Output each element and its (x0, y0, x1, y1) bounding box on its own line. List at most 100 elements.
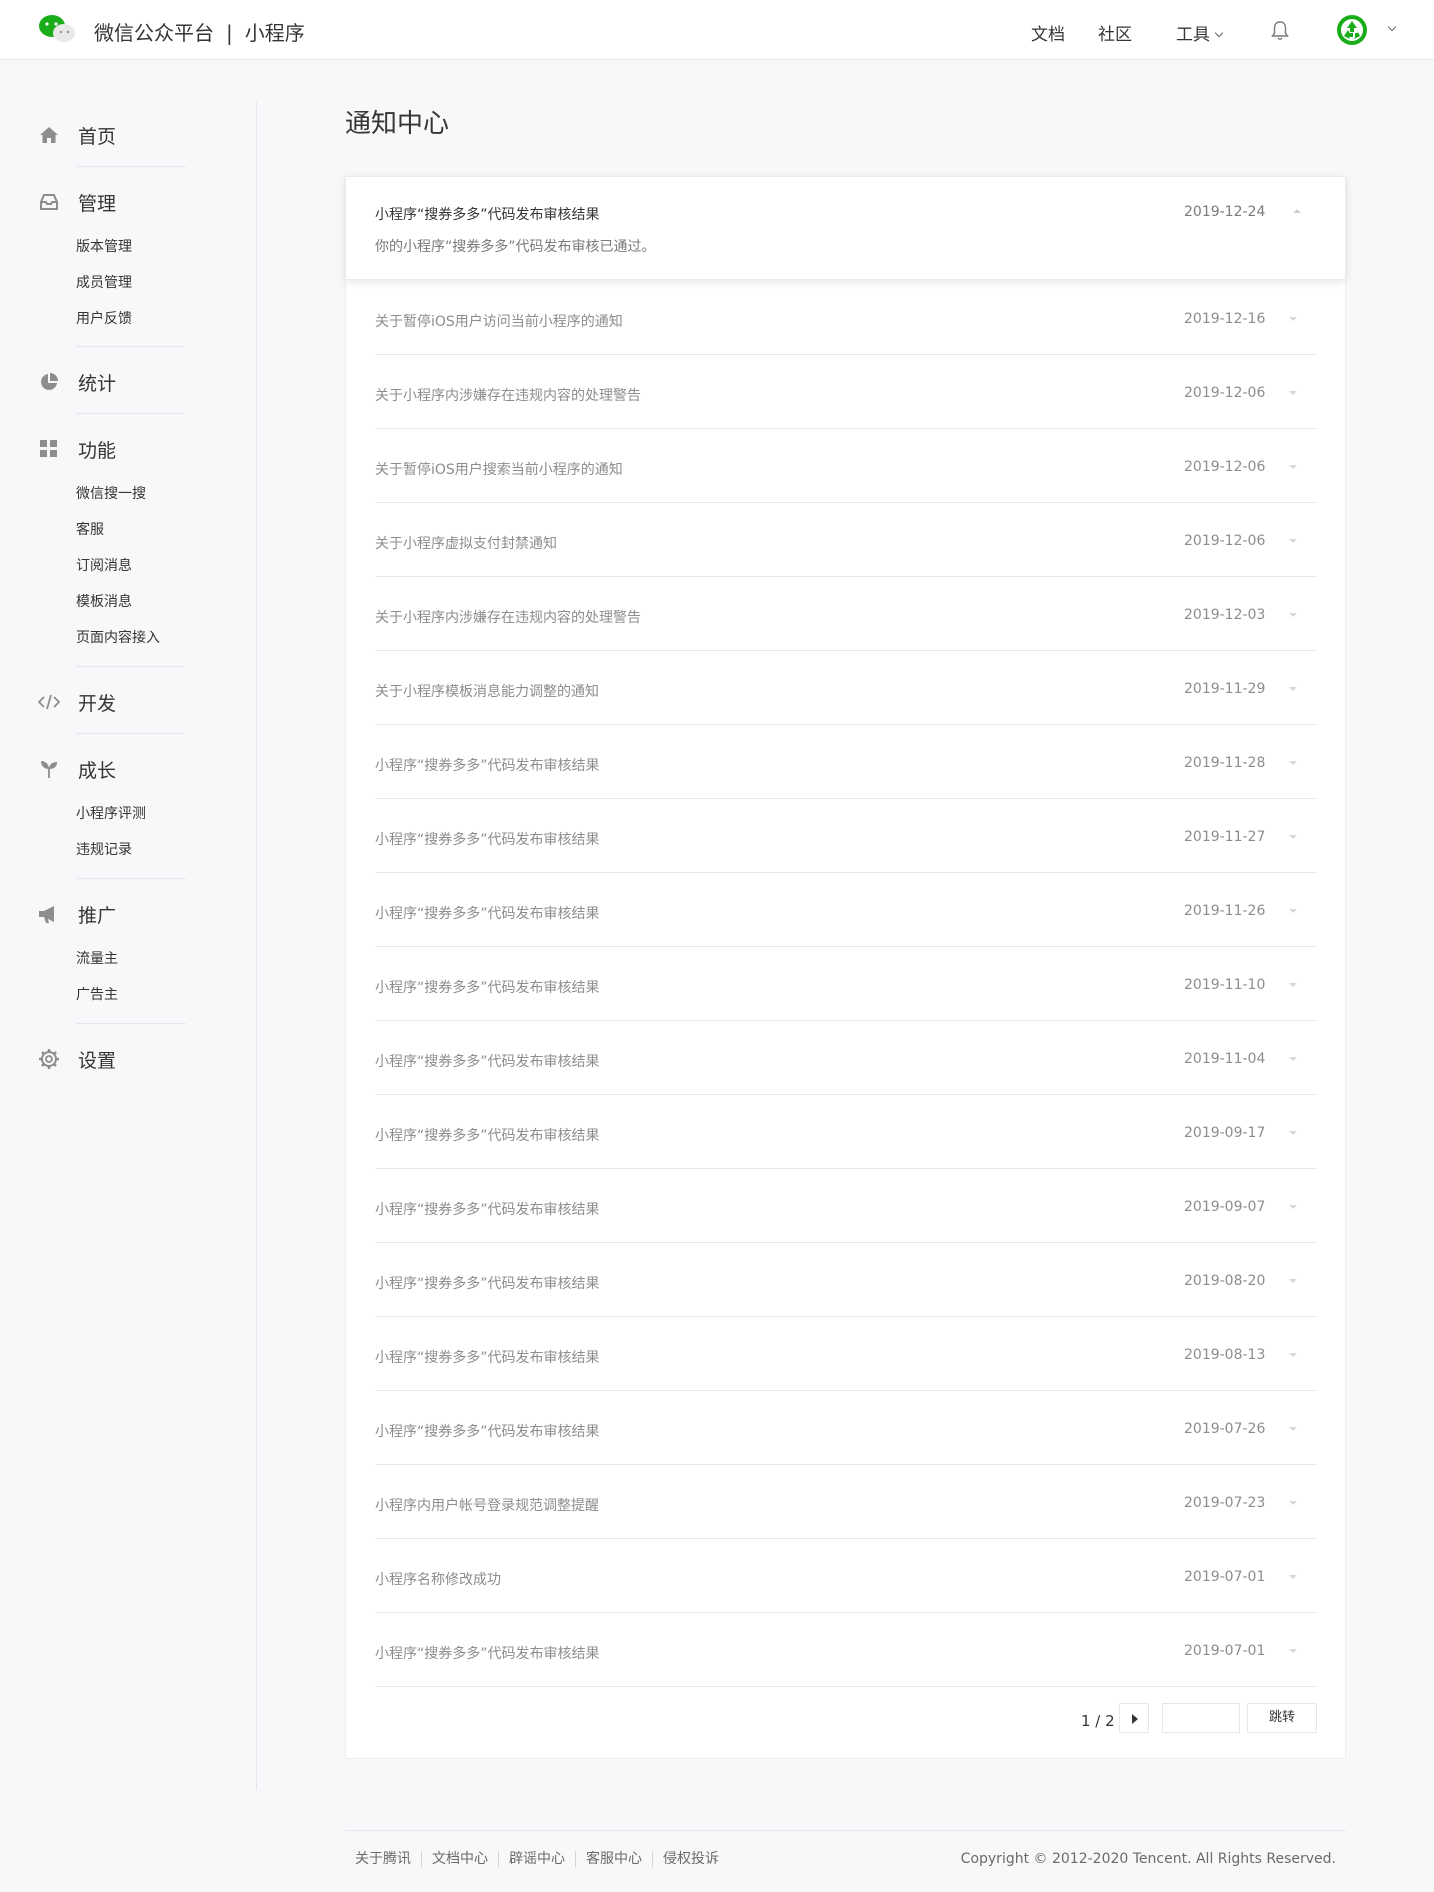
notification-row[interactable]: 关于小程序模板消息能力调整的通知 2019-11-29 (375, 651, 1317, 725)
caret-down-icon[interactable] (1289, 687, 1297, 691)
brand-platform: 微信公众平台 (94, 21, 214, 45)
sidebar-item-version-management[interactable]: 版本管理 (76, 229, 188, 265)
sidebar-item-develop[interactable]: 开发 (38, 687, 188, 717)
notification-date: 2019-11-10 (1184, 977, 1266, 993)
pagination-go-button[interactable]: 跳转 (1247, 1703, 1317, 1733)
footer-link-infringement[interactable]: 侵权投诉 (652, 1851, 729, 1867)
brand-separator: | (226, 21, 233, 45)
caret-down-icon[interactable] (1289, 1131, 1297, 1135)
chevron-down-icon[interactable] (1387, 22, 1397, 32)
sidebar-item-promotion[interactable]: 推广 (38, 899, 188, 929)
notification-title: 小程序“搜券多多”代码发布审核结果 (375, 1054, 600, 1070)
notification-row[interactable]: 关于暂停iOS用户访问当前小程序的通知 2019-12-16 (375, 281, 1317, 355)
sidebar-label: 功能 (78, 439, 117, 462)
sidebar-item-advertiser[interactable]: 广告主 (76, 977, 188, 1013)
caret-down-icon[interactable] (1289, 613, 1297, 617)
sidebar-item-features[interactable]: 功能 (38, 434, 188, 464)
caret-down-icon[interactable] (1289, 539, 1297, 543)
notification-title: 关于暂停iOS用户搜索当前小程序的通知 (375, 462, 623, 478)
caret-down-icon[interactable] (1289, 1575, 1297, 1579)
footer-link-rumor[interactable]: 辟谣中心 (498, 1851, 575, 1867)
notification-row[interactable]: 小程序“搜券多多”代码发布审核结果 2019-08-13 (375, 1317, 1317, 1391)
sidebar-item-growth[interactable]: 成长 (38, 754, 188, 784)
notification-row[interactable]: 小程序“搜券多多”代码发布审核结果 2019-11-26 (375, 873, 1317, 947)
sidebar-group-promotion: 推广 流量主 广告主 (38, 899, 188, 1013)
recycle-avatar-icon[interactable] (1336, 14, 1368, 46)
sidebar-group-settings: 设置 (38, 1044, 188, 1074)
caret-down-icon[interactable] (1289, 1353, 1297, 1357)
sidebar-item-traffic-owner[interactable]: 流量主 (76, 941, 188, 977)
nav-community-link[interactable]: 社区 (1098, 20, 1132, 45)
sidebar-item-user-feedback[interactable]: 用户反馈 (76, 301, 188, 337)
caret-down-icon[interactable] (1289, 761, 1297, 765)
notification-date: 2019-11-29 (1184, 681, 1266, 697)
nav-docs-link[interactable]: 文档 (1031, 20, 1065, 45)
notification-row[interactable]: 小程序“搜券多多”代码发布审核结果 2019-11-27 (375, 799, 1317, 873)
sidebar-group-home[interactable]: 首页 (38, 120, 188, 150)
bell-icon[interactable] (1270, 20, 1290, 42)
sidebar-item-member-management[interactable]: 成员管理 (76, 265, 188, 301)
sidebar-item-subscribe-message[interactable]: 订阅消息 (76, 548, 188, 584)
notification-date: 2019-09-17 (1184, 1125, 1266, 1141)
notification-row[interactable]: 小程序“搜券多多”代码发布审核结果 2019-07-01 (375, 1613, 1317, 1687)
notification-row[interactable]: 小程序“搜券多多”代码发布审核结果 2019-09-07 (375, 1169, 1317, 1243)
caret-down-icon[interactable] (1289, 1649, 1297, 1653)
caret-down-icon[interactable] (1289, 317, 1297, 321)
sidebar-item-template-message[interactable]: 模板消息 (76, 584, 188, 620)
caret-down-icon[interactable] (1289, 1501, 1297, 1505)
notification-row[interactable]: 小程序“搜券多多”代码发布审核结果 2019-11-04 (375, 1021, 1317, 1095)
brand-title[interactable]: 微信公众平台 | 小程序 (94, 17, 305, 46)
sidebar-divider-line (76, 733, 186, 734)
pagination-page-input[interactable] (1162, 1703, 1240, 1733)
notification-row[interactable]: 小程序“搜券多多”代码发布审核结果 2019-07-26 (375, 1391, 1317, 1465)
sidebar-item-page-content-access[interactable]: 页面内容接入 (76, 620, 188, 656)
notification-row[interactable]: 关于小程序内涉嫌存在违规内容的处理警告 2019-12-06 (375, 355, 1317, 429)
sidebar-item-home[interactable]: 首页 (38, 120, 188, 150)
sidebar-item-stats[interactable]: 统计 (38, 367, 188, 397)
footer-link-about[interactable]: 关于腾讯 (345, 1851, 421, 1867)
notification-date: 2019-11-26 (1184, 903, 1266, 919)
notification-title: 关于小程序内涉嫌存在违规内容的处理警告 (375, 610, 641, 626)
notification-row[interactable]: 小程序“搜券多多”代码发布审核结果 2019-09-17 (375, 1095, 1317, 1169)
notification-row[interactable]: 关于小程序内涉嫌存在违规内容的处理警告 2019-12-03 (375, 577, 1317, 651)
notification-row[interactable]: 小程序“搜券多多”代码发布审核结果 2019-08-20 (375, 1243, 1317, 1317)
caret-down-icon[interactable] (1289, 391, 1297, 395)
notification-row[interactable]: 小程序名称修改成功 2019-07-01 (375, 1539, 1317, 1613)
sidebar-item-evaluation[interactable]: 小程序评测 (76, 796, 188, 832)
caret-down-icon[interactable] (1289, 1205, 1297, 1209)
notification-title: 小程序名称修改成功 (375, 1572, 501, 1588)
caret-down-icon[interactable] (1289, 1427, 1297, 1431)
sidebar-item-customer-service[interactable]: 客服 (76, 512, 188, 548)
sidebar-group-features: 功能 微信搜一搜 客服 订阅消息 模板消息 页面内容接入 (38, 434, 188, 656)
footer-link-docs[interactable]: 文档中心 (421, 1851, 498, 1867)
sidebar-item-settings[interactable]: 设置 (38, 1044, 188, 1074)
notification-date: 2019-12-06 (1184, 385, 1266, 401)
notification-row[interactable]: 小程序“搜券多多”代码发布审核结果 2019-11-28 (375, 725, 1317, 799)
caret-up-icon[interactable] (1293, 209, 1301, 213)
footer-links: 关于腾讯 文档中心 辟谣中心 客服中心 侵权投诉 (345, 1851, 729, 1867)
caret-down-icon[interactable] (1289, 909, 1297, 913)
gear-icon (38, 1048, 60, 1070)
notification-date: 2019-08-13 (1184, 1347, 1266, 1363)
caret-down-icon[interactable] (1289, 465, 1297, 469)
notification-date: 2019-12-16 (1184, 311, 1266, 327)
nav-tools-dropdown[interactable]: 工具 (1176, 20, 1224, 45)
caret-down-icon[interactable] (1289, 983, 1297, 987)
footer-link-service[interactable]: 客服中心 (575, 1851, 652, 1867)
pagination-next-button[interactable] (1119, 1703, 1149, 1733)
caret-down-icon[interactable] (1289, 1057, 1297, 1061)
sidebar-item-manage[interactable]: 管理 (38, 187, 188, 217)
notification-row[interactable]: 小程序“搜券多多”代码发布审核结果 2019-11-10 (375, 947, 1317, 1021)
sidebar-item-violation-records[interactable]: 违规记录 (76, 832, 188, 868)
inbox-icon (38, 191, 60, 213)
notification-row[interactable]: 关于小程序虚拟支付封禁通知 2019-12-06 (375, 503, 1317, 577)
notification-row[interactable]: 关于暂停iOS用户搜索当前小程序的通知 2019-12-06 (375, 429, 1317, 503)
notification-date: 2019-09-07 (1184, 1199, 1266, 1215)
caret-down-icon[interactable] (1289, 835, 1297, 839)
caret-down-icon[interactable] (1289, 1279, 1297, 1283)
notification-row[interactable]: 小程序内用户帐号登录规范调整提醒 2019-07-23 (375, 1465, 1317, 1539)
wechat-logo-icon[interactable] (38, 14, 76, 44)
notification-date: 2019-12-06 (1184, 459, 1266, 475)
sidebar-item-wechat-search[interactable]: 微信搜一搜 (76, 476, 188, 512)
notification-expanded-item[interactable]: 小程序“搜券多多”代码发布审核结果 2019-12-24 你的小程序“搜券多多”… (345, 176, 1346, 280)
